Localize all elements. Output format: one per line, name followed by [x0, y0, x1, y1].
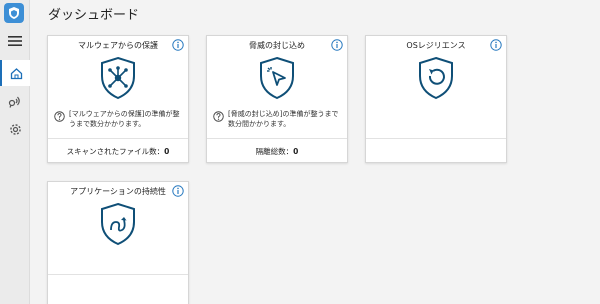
card-title: OSレジリエンス — [406, 41, 466, 50]
status-message-text: [脅威の封じ込め]の準備が整うまで数分間かかります。 — [228, 110, 339, 128]
info-icon[interactable] — [172, 39, 184, 51]
stat: スキャンされたファイル数：0 — [48, 146, 188, 157]
card-malware-protection[interactable]: マルウェアからの保護 [マルウェアからの保護]の準備が整うまで数分かかります。 … — [47, 35, 189, 163]
stat: 隔離総数：0 — [207, 146, 347, 157]
card-title: マルウェアからの保護 — [78, 41, 158, 50]
divider — [366, 138, 506, 139]
divider — [207, 138, 347, 139]
divider — [48, 138, 188, 139]
stat-value: 0 — [293, 147, 299, 156]
loop-shield-icon — [101, 202, 135, 246]
divider — [48, 274, 188, 275]
sidebar — [0, 0, 30, 304]
stat-label: 隔離総数： — [255, 147, 294, 156]
stat-label: スキャンされたファイル数： — [66, 147, 165, 156]
hamburger-icon — [8, 36, 22, 46]
status-message-text: [マルウェアからの保護]の準備が整うまで数分かかります。 — [69, 110, 180, 128]
card-threat-containment[interactable]: 脅威の封じ込め [脅威の封じ込め]の準備が整うまで数分間かかります。 隔離総数：… — [206, 35, 348, 163]
sidebar-item-broadcast[interactable] — [0, 88, 30, 114]
info-icon[interactable] — [172, 185, 184, 197]
question-icon — [213, 111, 224, 122]
network-shield-icon — [101, 56, 135, 100]
sidebar-item-settings[interactable] — [0, 116, 30, 142]
page-title: ダッシュボード — [48, 8, 140, 23]
gear-icon — [9, 123, 21, 135]
app-logo-icon — [4, 3, 24, 23]
card-title: 脅威の封じ込め — [249, 41, 305, 50]
sidebar-item-home[interactable] — [0, 60, 30, 86]
card-title: アプリケーションの持続性 — [70, 187, 166, 196]
card-app-persistence[interactable]: アプリケーションの持続性 — [47, 181, 189, 304]
question-icon — [54, 111, 65, 122]
menu-button[interactable] — [0, 28, 30, 54]
undo-shield-icon — [419, 56, 453, 100]
stat-value: 0 — [164, 147, 170, 156]
broadcast-icon — [8, 96, 20, 108]
info-icon[interactable] — [490, 39, 502, 51]
cursor-shield-icon — [260, 56, 294, 100]
card-os-resilience[interactable]: OSレジリエンス — [365, 35, 507, 163]
status-message: [マルウェアからの保護]の準備が整うまで数分かかります。 — [54, 109, 182, 129]
info-icon[interactable] — [331, 39, 343, 51]
home-icon — [10, 67, 22, 79]
status-message: [脅威の封じ込め]の準備が整うまで数分間かかります。 — [213, 109, 341, 129]
